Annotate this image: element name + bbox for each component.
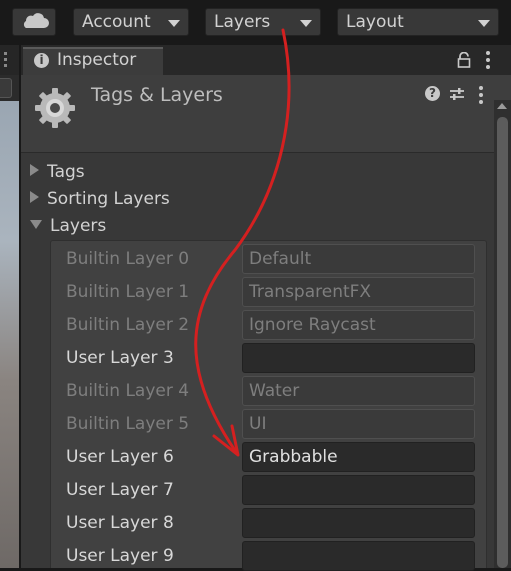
layer-name-field: Default <box>242 244 475 274</box>
layer-name-field: Ignore Raycast <box>242 310 475 340</box>
section-layers[interactable]: Layers <box>30 215 106 237</box>
account-dropdown[interactable]: Account <box>73 8 189 36</box>
layout-dropdown[interactable]: Layout <box>337 8 499 36</box>
foldout-right-icon <box>30 191 39 203</box>
lock-icon[interactable] <box>457 52 471 68</box>
layer-name-field[interactable] <box>242 508 475 538</box>
layer-name-field: Water <box>242 376 475 406</box>
layer-name-field: UI <box>242 409 475 439</box>
layer-label: User Layer 9 <box>66 546 174 566</box>
layer-name-field[interactable] <box>242 475 475 505</box>
layers-dropdown[interactable]: Layers <box>205 8 321 36</box>
cloud-icon <box>23 13 49 28</box>
chevron-down-icon <box>168 20 180 27</box>
layer-name-field: TransparentFX <box>242 277 475 307</box>
layer-name-field[interactable] <box>242 541 475 571</box>
layer-label: User Layer 7 <box>66 480 174 500</box>
scrollbar-thumb[interactable] <box>497 117 508 568</box>
layers-label: Layers <box>214 12 271 32</box>
layer-label: User Layer 3 <box>66 348 174 368</box>
chevron-down-icon <box>300 20 312 27</box>
info-icon: i <box>34 53 49 68</box>
settings-sliders-icon[interactable] <box>449 86 465 102</box>
scene-toolbar-button[interactable] <box>0 78 12 98</box>
section-sorting-layers[interactable]: Sorting Layers <box>30 188 170 210</box>
scene-tabbar <box>0 45 19 75</box>
layout-label: Layout <box>346 12 404 32</box>
component-menu-icon[interactable] <box>479 86 483 107</box>
layer-label: Builtin Layer 1 <box>66 282 190 302</box>
help-icon[interactable]: ? <box>425 86 440 101</box>
layer-label: Builtin Layer 0 <box>66 249 190 269</box>
layer-label: Builtin Layer 5 <box>66 414 190 434</box>
chevron-down-icon <box>478 20 490 27</box>
page-title: Tags & Layers <box>91 84 223 106</box>
cloud-button[interactable] <box>12 8 56 36</box>
layer-label: User Layer 8 <box>66 513 174 533</box>
foldout-right-icon <box>30 164 39 176</box>
gear-icon <box>35 88 75 128</box>
layer-label: Builtin Layer 2 <box>66 315 190 335</box>
account-label: Account <box>82 12 151 32</box>
layer-name-field[interactable] <box>242 343 475 373</box>
tab-inspector-label: Inspector <box>57 50 137 70</box>
layer-name-field[interactable]: Grabbable <box>242 442 475 472</box>
tab-menu-icon[interactable] <box>486 51 490 72</box>
section-tags[interactable]: Tags <box>30 161 85 183</box>
layer-label: User Layer 6 <box>66 447 174 467</box>
layer-label: Builtin Layer 4 <box>66 381 190 401</box>
scene-view[interactable] <box>0 101 19 568</box>
tab-grip-icon <box>4 52 7 67</box>
foldout-down-icon <box>30 220 42 229</box>
scroll-up-icon[interactable] <box>497 103 507 109</box>
